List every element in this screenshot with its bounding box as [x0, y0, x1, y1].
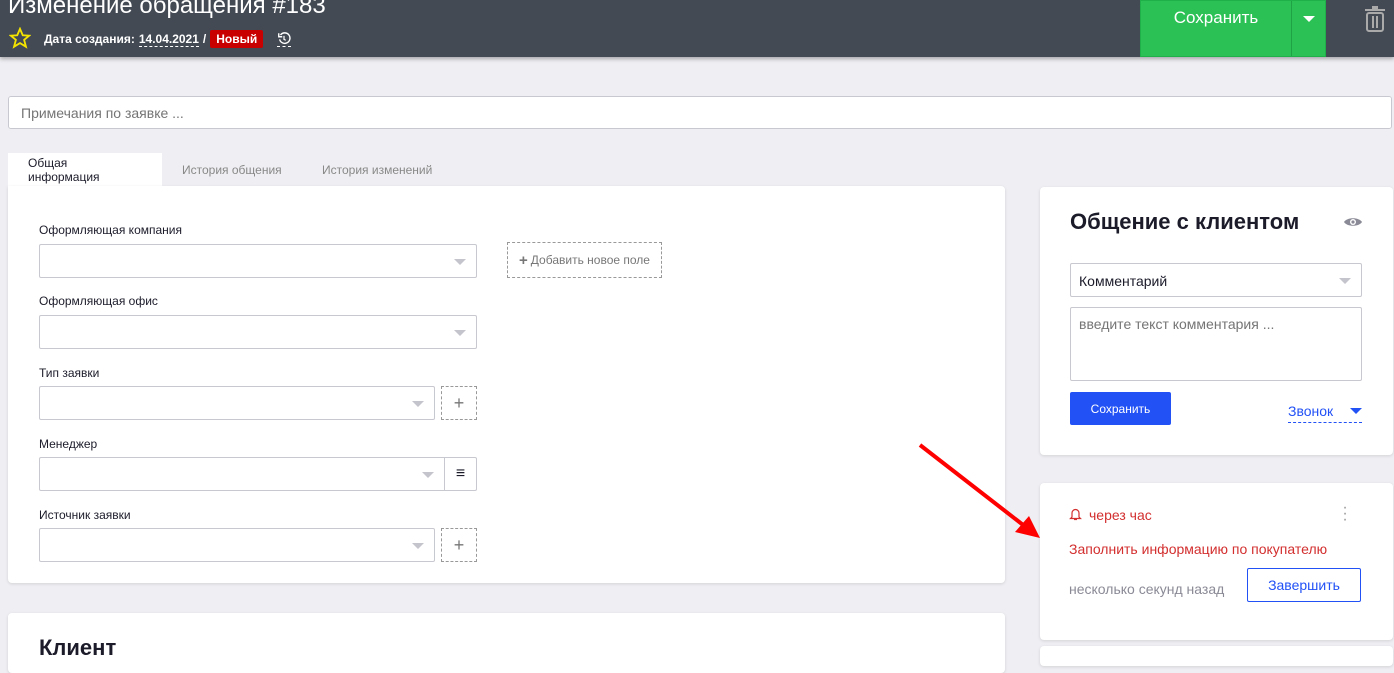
separator: /	[202, 32, 207, 46]
trash-icon[interactable]	[1364, 6, 1386, 32]
message-type-select[interactable]: Комментарий	[1070, 263, 1362, 297]
save-button[interactable]: Сохранить	[1141, 1, 1291, 56]
client-card: Клиент	[8, 613, 1005, 673]
add-source-button[interactable]: +	[441, 528, 477, 562]
call-dropdown[interactable]: Звонок	[1288, 403, 1362, 423]
field-label: Менеджер	[39, 437, 98, 451]
field-label: Источник заявки	[39, 508, 131, 522]
reminder-time: через час	[1089, 507, 1152, 523]
page-header: Изменение обращения #183 Дата создания: …	[0, 0, 1394, 57]
call-label: Звонок	[1288, 403, 1334, 419]
caret-down-icon	[412, 401, 424, 407]
red-arrow-annotation	[918, 443, 1040, 538]
history-icon[interactable]	[277, 31, 292, 47]
field-label: Оформляющая офис	[39, 294, 158, 308]
caret-down-icon	[412, 543, 424, 549]
save-dropdown-button[interactable]	[1291, 1, 1325, 56]
tab-communication-history[interactable]: История общения	[162, 153, 302, 186]
status-badge[interactable]: Новый	[210, 30, 264, 48]
date-label: Дата создания:	[44, 32, 135, 46]
communication-title: Общение с клиентом	[1070, 209, 1300, 234]
eye-icon[interactable]	[1343, 215, 1363, 229]
reminder-ago: несколько секунд назад	[1069, 581, 1225, 597]
message-type-value: Комментарий	[1079, 273, 1168, 289]
add-field-button[interactable]: + Добавить новое поле	[507, 242, 662, 278]
add-field-label: Добавить новое поле	[530, 253, 650, 267]
notes-input[interactable]	[8, 96, 1392, 129]
client-title: Клиент	[39, 635, 117, 660]
page-title: Изменение обращения #183	[8, 0, 326, 19]
office-select[interactable]	[39, 315, 477, 349]
more-icon[interactable]: · · ·	[1340, 500, 1350, 528]
plus-icon: +	[519, 251, 528, 269]
complete-button[interactable]: Завершить	[1247, 568, 1361, 602]
star-icon[interactable]	[9, 27, 31, 49]
next-card	[1040, 646, 1393, 666]
caret-down-icon	[1339, 278, 1351, 284]
request-type-select[interactable]	[39, 386, 435, 420]
caret-down-icon	[422, 472, 434, 478]
tab-general[interactable]: Общая информация	[8, 153, 162, 186]
save-button-group: Сохранить	[1140, 0, 1326, 57]
caret-down-icon	[454, 259, 466, 265]
manager-select[interactable]: ≡	[39, 457, 477, 491]
list-icon[interactable]: ≡	[444, 458, 476, 490]
caret-down-icon	[1302, 16, 1315, 22]
communication-card: Общение с клиентом Комментарий Сохранить…	[1040, 187, 1393, 455]
source-select[interactable]	[39, 528, 435, 562]
company-select[interactable]	[39, 244, 477, 278]
comment-save-button[interactable]: Сохранить	[1070, 392, 1171, 425]
reminder-card: через час · · · Заполнить информацию по по…	[1040, 483, 1393, 640]
caret-down-icon	[1350, 408, 1362, 414]
comment-input[interactable]	[1070, 307, 1362, 381]
reminder-text: Заполнить информацию по покупателю	[1069, 541, 1328, 557]
meta-row: Дата создания: 14.04.2021 / Новый	[44, 30, 292, 48]
bell-icon	[1069, 508, 1082, 521]
caret-down-icon	[454, 330, 466, 336]
creation-date[interactable]: 14.04.2021	[138, 32, 199, 47]
field-label: Оформляющая компания	[39, 223, 182, 237]
add-request-type-button[interactable]: +	[441, 386, 477, 420]
tab-change-history[interactable]: История изменений	[302, 153, 452, 186]
field-label: Тип заявки	[39, 366, 100, 380]
